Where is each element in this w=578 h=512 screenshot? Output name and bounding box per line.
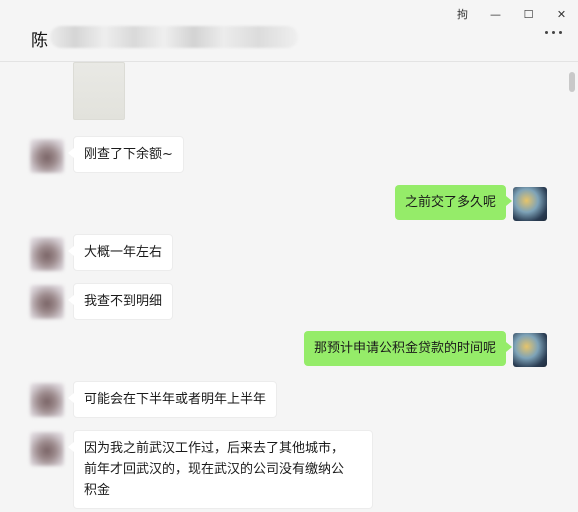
image-message[interactable] <box>73 62 125 120</box>
avatar[interactable] <box>30 285 64 319</box>
avatar[interactable] <box>513 333 547 367</box>
message-line: 因为我之前武汉工作过，后来去了其他城市， <box>84 441 345 456</box>
minimize-icon[interactable]: — <box>479 4 512 24</box>
chat-title: 陈 <box>31 31 48 51</box>
message-bubble-right[interactable]: 那预计申请公积金贷款的时间呢 <box>303 331 513 366</box>
close-icon[interactable]: ✕ <box>545 4 578 24</box>
maximize-icon[interactable]: ☐ <box>512 4 545 24</box>
scrollbar[interactable] <box>569 72 575 92</box>
message-bubble-left[interactable]: 可能会在下半年或者明年上半年 <box>67 381 278 418</box>
message-bubble-left[interactable]: 刚查了下余额~ <box>68 136 184 173</box>
avatar[interactable] <box>30 432 64 466</box>
message-line: 积金 <box>84 483 111 498</box>
avatar[interactable] <box>30 237 64 271</box>
avatar[interactable] <box>30 383 64 417</box>
message-bubble-right[interactable]: 之前交了多久呢 <box>394 185 513 220</box>
pin-icon[interactable]: 拘 <box>446 4 479 24</box>
avatar[interactable] <box>513 187 547 221</box>
more-dots-icon[interactable] <box>545 31 562 34</box>
message-line: 前年才回武汉的，现在武汉的公司没有缴纳公 <box>84 462 345 477</box>
redacted-name-blur <box>50 26 298 48</box>
message-bubble-left[interactable]: 大概一年左右 <box>67 234 174 271</box>
message-list[interactable]: 刚查了下余额~ 之前交了多久呢 大概一年左右 我查不到明细 那预计申请公积金贷款… <box>0 62 578 512</box>
avatar[interactable] <box>30 139 64 173</box>
message-bubble-left[interactable]: 我查不到明细 <box>67 283 174 320</box>
window-controls: 拘 — ☐ ✕ <box>446 4 578 24</box>
message-bubble-left[interactable]: 因为我之前武汉工作过，后来去了其他城市， 前年才回武汉的，现在武汉的公司没有缴纳… <box>68 430 373 509</box>
title-bar: 拘 — ☐ ✕ 陈 <box>0 0 578 62</box>
